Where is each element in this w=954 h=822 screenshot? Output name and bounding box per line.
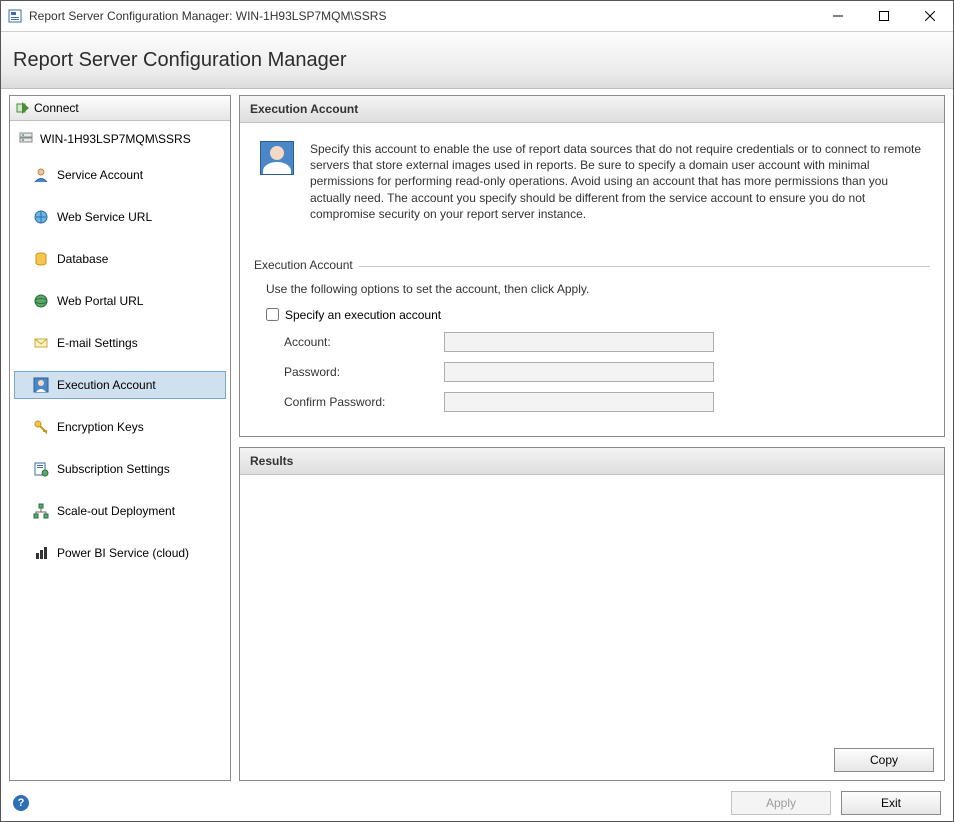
- nav-label: Power BI Service (cloud): [57, 546, 189, 560]
- copy-button[interactable]: Copy: [834, 748, 934, 772]
- nav-label: Service Account: [57, 168, 143, 182]
- app-header: Report Server Configuration Manager: [1, 32, 953, 89]
- password-input[interactable]: [444, 362, 714, 382]
- nav-label: Web Service URL: [57, 210, 152, 224]
- nav-subscription-settings[interactable]: Subscription Settings: [14, 455, 226, 483]
- subscription-icon: [33, 461, 49, 477]
- window-title: Report Server Configuration Manager: WIN…: [29, 9, 386, 23]
- server-node[interactable]: WIN-1H93LSP7MQM\SSRS: [14, 127, 226, 151]
- execution-account-icon: [33, 377, 49, 393]
- nav-list: WIN-1H93LSP7MQM\SSRS Service Account Web…: [10, 121, 230, 587]
- execution-account-group: Execution Account Use the following opti…: [254, 250, 930, 412]
- powerbi-icon: [33, 545, 49, 561]
- nav-web-service-url[interactable]: Web Service URL: [14, 203, 226, 231]
- database-icon: [33, 251, 49, 267]
- nav-execution-account[interactable]: Execution Account: [14, 371, 226, 399]
- group-hint: Use the following options to set the acc…: [266, 282, 930, 296]
- nav-label: Execution Account: [57, 378, 156, 392]
- mail-icon: [33, 335, 49, 351]
- nav-service-account[interactable]: Service Account: [14, 161, 226, 189]
- server-label: WIN-1H93LSP7MQM\SSRS: [40, 132, 191, 146]
- footer: ? Apply Exit: [1, 785, 953, 821]
- nav-label: Database: [57, 252, 108, 266]
- panel-title: Execution Account: [240, 96, 944, 123]
- account-input[interactable]: [444, 332, 714, 352]
- execution-account-avatar-icon: [260, 141, 294, 175]
- help-icon[interactable]: ?: [13, 795, 29, 811]
- exit-button[interactable]: Exit: [841, 791, 941, 815]
- connect-button[interactable]: Connect: [10, 96, 230, 121]
- globe-icon: [33, 293, 49, 309]
- results-body: Copy: [240, 475, 944, 780]
- nav-powerbi-service[interactable]: Power BI Service (cloud): [14, 539, 226, 567]
- nav-label: Scale-out Deployment: [57, 504, 175, 518]
- minimize-button[interactable]: [815, 1, 861, 31]
- nav-label: Encryption Keys: [57, 420, 144, 434]
- nav-database[interactable]: Database: [14, 245, 226, 273]
- specify-account-label[interactable]: Specify an execution account: [285, 308, 441, 322]
- group-legend: Execution Account: [254, 258, 359, 272]
- connect-icon: [16, 101, 30, 115]
- account-label: Account:: [284, 335, 444, 349]
- nav-scaleout-deployment[interactable]: Scale-out Deployment: [14, 497, 226, 525]
- maximize-button[interactable]: [861, 1, 907, 31]
- nav-web-portal-url[interactable]: Web Portal URL: [14, 287, 226, 315]
- globe-link-icon: [33, 209, 49, 225]
- scaleout-icon: [33, 503, 49, 519]
- nav-label: Web Portal URL: [57, 294, 143, 308]
- execution-account-panel: Execution Account Specify this account t…: [239, 95, 945, 437]
- app-title: Report Server Configuration Manager: [13, 49, 347, 72]
- confirm-password-label: Confirm Password:: [284, 395, 444, 409]
- sidebar: Connect WIN-1H93LSP7MQM\SSRS Service Acc…: [9, 95, 231, 781]
- confirm-password-input[interactable]: [444, 392, 714, 412]
- connect-label: Connect: [34, 101, 79, 115]
- nav-label: E-mail Settings: [57, 336, 138, 350]
- titlebar: Report Server Configuration Manager: WIN…: [1, 1, 953, 32]
- app-window: Report Server Configuration Manager: WIN…: [0, 0, 954, 822]
- nav-encryption-keys[interactable]: Encryption Keys: [14, 413, 226, 441]
- server-icon: [18, 131, 34, 147]
- key-icon: [33, 419, 49, 435]
- nav-email-settings[interactable]: E-mail Settings: [14, 329, 226, 357]
- nav-label: Subscription Settings: [57, 462, 170, 476]
- main-area: Execution Account Specify this account t…: [239, 95, 945, 781]
- panel-description: Specify this account to enable the use o…: [310, 141, 924, 222]
- password-label: Password:: [284, 365, 444, 379]
- results-title: Results: [240, 448, 944, 475]
- specify-account-checkbox[interactable]: [266, 308, 279, 321]
- user-icon: [33, 167, 49, 183]
- app-icon: [7, 8, 23, 24]
- close-button[interactable]: [907, 1, 953, 31]
- apply-button[interactable]: Apply: [731, 791, 831, 815]
- results-panel: Results Copy: [239, 447, 945, 781]
